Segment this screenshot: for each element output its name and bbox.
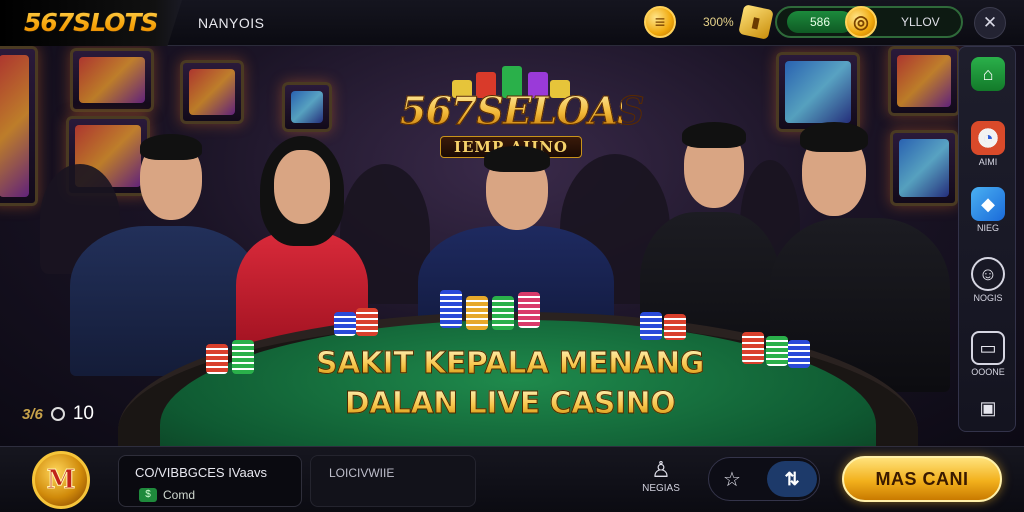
chip-stack [334,312,356,336]
slide-pager[interactable]: 3/6 10 [22,403,94,425]
chip-stack [640,312,662,340]
user-icon: ♙ [651,457,671,482]
vip-badge[interactable]: M [32,451,90,509]
wallet-value: 586 [787,11,853,33]
rail-item-aimi[interactable]: ◔ AIMI [959,121,1017,167]
side-rail: ⌂ ◔ AIMI ◆ NIEG ☺ NOGIS ▭ OOONE ▣ [958,46,1016,432]
pager-dot-icon[interactable] [50,407,65,421]
top-bar: 567SLOTS NANYOIS ≡ 300% ▮ 586 ◎ YLLOV ✕ [0,0,1024,46]
chip-stack [788,340,810,368]
chat-icon: ☺ [971,257,1005,291]
cash-icon: $ [139,488,157,502]
promo-subtitle: Comd [163,488,196,502]
rail-label: NIEG [976,223,999,233]
nav-user-label: NEGIAS [642,483,680,494]
chip-stack [492,296,514,330]
chip-stack [466,296,488,330]
star-icon[interactable]: ☆ [713,461,751,497]
promo-panel[interactable]: CO/VIBBGCES IVaavs $ Comd [118,455,302,507]
wallet-balance[interactable]: 586 ◎ YLLOV [775,6,963,38]
pager-number[interactable]: 10 [73,403,94,425]
hero-banner[interactable]: 567SELOAS IEMP AIINO SAKIT KEPALA MENANG… [0,46,1024,446]
ticket-icon: ◆ [971,187,1005,221]
chip-stack [356,308,378,336]
wallet-coin-icon: ◎ [845,6,877,38]
chip-stack [518,292,540,328]
slide-counter: 3/6 [22,405,43,423]
rail-item-wallet[interactable]: ⌂ [959,57,1017,91]
slot-machine-image [888,46,960,116]
slot-machine-image [282,82,332,132]
rail-item-nieg[interactable]: ◆ NIEG [959,187,1017,233]
rail-label: OOONE [971,367,1005,377]
bonus-percent: 300% [703,15,734,29]
bottom-bar: M CO/VIBBGCES IVaavs $ Comd LOICIVWIIE ♙… [0,446,1024,512]
chip-stack [664,314,686,340]
slot-machine-image [180,60,244,124]
chip-stack [206,344,228,374]
wallet-label: YLLOV [901,15,940,29]
camera-icon: ▣ [979,397,997,418]
hero-headline-1: SAKIT KEPALA MENANG [300,346,720,382]
slot-machine-image [776,52,860,132]
rail-item-nogis[interactable]: ☺ NOGIS [959,257,1017,303]
login-label: LOICIVWIIE [329,466,395,480]
coin-icon[interactable]: ≡ [644,6,676,38]
rail-label: NOGIS [973,293,1003,303]
site-logo[interactable]: 567SLOTS [24,8,159,37]
screen-icon: ▭ [971,331,1005,365]
chart-icon: ◔ [971,121,1005,155]
wrench-icon[interactable]: ✕ [974,7,1006,39]
slot-machine-image [70,48,154,112]
ticket-icon[interactable]: ▮ [738,4,774,40]
chip-stack [232,340,254,374]
promo-logo: 567SELOAS IEMP AIINO [400,66,645,158]
login-panel[interactable]: LOICIVWIIE [310,455,476,507]
nav-user[interactable]: ♙ NEGIAS [636,457,686,494]
rail-item-camera[interactable]: ▣ [959,391,1017,425]
brand-name: NANYOIS [198,15,265,31]
swap-icon[interactable]: ⇅ [767,461,817,497]
toggle-group: ☆ ⇅ [708,457,820,501]
promo-title: CO/VIBBGCES IVaavs [135,465,267,480]
cta-button[interactable]: MAS CANI [842,456,1002,502]
wallet-icon: ⌂ [971,57,1005,91]
vip-badge-letter: M [46,465,76,496]
promo-logo-title: 567SELOAS [400,88,645,134]
chip-stack [440,290,462,328]
rail-item-ooone[interactable]: ▭ OOONE [959,331,1017,377]
rail-label: AIMI [978,157,998,167]
chip-stack [742,332,764,364]
logo-area[interactable]: 567SLOTS [0,0,182,46]
slot-machine-image [0,46,38,206]
chip-stack [766,336,788,366]
hero-headline-2: DALAN LIVE CASINO [300,386,720,422]
